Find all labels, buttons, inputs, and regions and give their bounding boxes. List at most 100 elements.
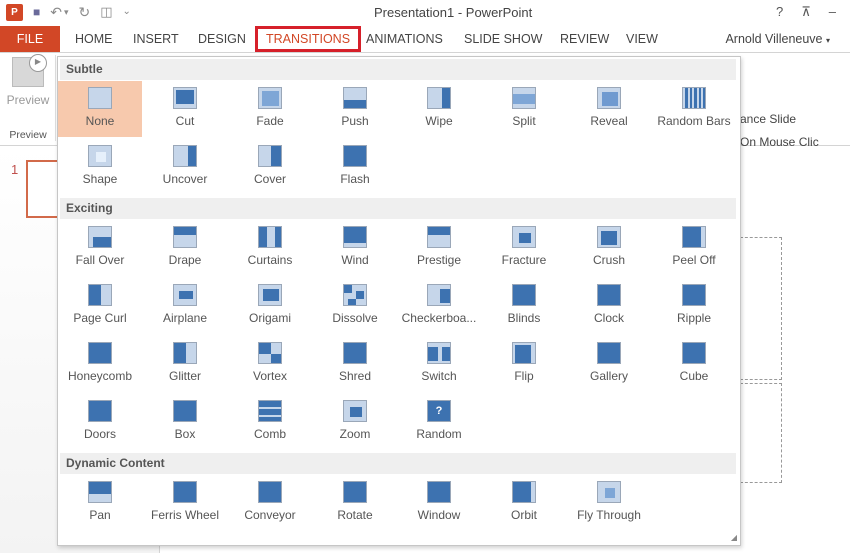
transition-fracture[interactable]: Fracture [482,220,566,276]
ripple-icon [682,284,706,306]
transition-zoom[interactable]: Zoom [313,394,397,450]
transition-random-bars[interactable]: Random Bars [652,81,736,137]
help-icon[interactable]: ? [776,4,783,20]
transition-label: Shred [338,369,372,383]
transition-uncover[interactable]: Uncover [143,139,227,195]
page-curl-icon [88,284,112,306]
tab-review[interactable]: REVIEW [560,26,609,52]
transition-random[interactable]: ? Random [397,394,481,450]
ribbon-display-options-icon[interactable]: ⊼ [801,4,811,20]
transition-shred[interactable]: Shred [313,336,397,392]
transition-prestige[interactable]: Prestige [397,220,481,276]
transition-wind[interactable]: Wind [313,220,397,276]
transition-honeycomb[interactable]: Honeycomb [58,336,142,392]
transition-flash[interactable]: Flash [313,139,397,195]
transition-switch[interactable]: Switch [397,336,481,392]
transition-label: Window [417,508,461,522]
transition-label: Orbit [510,508,537,522]
transition-gallery[interactable]: Gallery [567,336,651,392]
resize-grip-icon[interactable]: ◢ [731,533,737,542]
preview-button[interactable]: Preview [4,54,52,107]
transition-blinds[interactable]: Blinds [482,278,566,334]
transition-page-curl[interactable]: Page Curl [58,278,142,334]
transition-glitter[interactable]: Glitter [143,336,227,392]
origami-icon [258,284,282,306]
transition-checkerboa[interactable]: Checkerboa... [397,278,481,334]
transition-box[interactable]: Box [143,394,227,450]
dissolve-icon [343,284,367,306]
transition-peel-off[interactable]: Peel Off [652,220,736,276]
transition-cut[interactable]: Cut [143,81,227,137]
transition-conveyor[interactable]: Conveyor [228,475,312,531]
tab-slide-show[interactable]: SLIDE SHOW [464,26,543,52]
transition-label: Switch [421,369,457,383]
transition-label: Clock [593,311,624,325]
present-from-beginning-icon[interactable]: ◫ [100,3,112,21]
transition-doors[interactable]: Doors [58,394,142,450]
switch-icon [427,342,451,364]
powerpoint-logo-icon[interactable]: P [6,3,23,21]
transition-label: Curtains [247,253,293,267]
preview-icon [12,54,47,87]
wind-icon [343,226,367,248]
transition-label: None [85,114,115,128]
tab-animations[interactable]: ANIMATIONS [366,26,443,52]
fly-through-icon [597,481,621,503]
tab-transitions[interactable]: TRANSITIONS [255,26,362,52]
crush-icon [597,226,621,248]
tab-view[interactable]: VIEW [626,26,658,52]
user-account[interactable]: Arnold Villeneuve ▾ [725,32,830,46]
transition-comb[interactable]: Comb [228,394,312,450]
transition-split[interactable]: Split [482,81,566,137]
tab-insert[interactable]: INSERT [133,26,179,52]
subtitle-placeholder[interactable] [740,383,782,483]
undo-dropdown-icon[interactable]: ▾ [64,3,69,21]
tab-design[interactable]: DESIGN [198,26,246,52]
transition-ripple[interactable]: Ripple [652,278,736,334]
window-controls: ? ⊼ – [776,4,836,20]
checkerboa-icon [427,284,451,306]
transition-fly-through[interactable]: Fly Through [567,475,651,531]
transition-reveal[interactable]: Reveal [567,81,651,137]
customize-qat-icon[interactable]: ⌄ [123,3,131,21]
transition-wipe[interactable]: Wipe [397,81,481,137]
transition-push[interactable]: Push [313,81,397,137]
transition-label: Airplane [162,311,208,325]
transition-cover[interactable]: Cover [228,139,312,195]
tab-home[interactable]: HOME [75,26,113,52]
transition-fall-over[interactable]: Fall Over [58,220,142,276]
drape-icon [173,226,197,248]
save-icon[interactable]: ■ [33,3,40,21]
transition-vortex[interactable]: Vortex [228,336,312,392]
transition-ferris-wheel[interactable]: Ferris Wheel [143,475,227,531]
transition-orbit[interactable]: Orbit [482,475,566,531]
transition-window[interactable]: Window [397,475,481,531]
transition-airplane[interactable]: Airplane [143,278,227,334]
transition-drape[interactable]: Drape [143,220,227,276]
transition-origami[interactable]: Origami [228,278,312,334]
airplane-icon [173,284,197,306]
transition-cube[interactable]: Cube [652,336,736,392]
transition-flip[interactable]: Flip [482,336,566,392]
fall-over-icon [88,226,112,248]
transition-shape[interactable]: Shape [58,139,142,195]
transition-label: Reveal [590,114,628,128]
random-bars-icon [682,87,706,109]
redo-icon[interactable]: ↻ [79,3,91,21]
minimize-icon[interactable]: – [829,4,836,20]
title-placeholder[interactable] [740,237,782,380]
transition-label: Box [174,427,196,441]
transition-dissolve[interactable]: Dissolve [313,278,397,334]
transition-none[interactable]: None [58,81,142,137]
transition-curtains[interactable]: Curtains [228,220,312,276]
transition-clock[interactable]: Clock [567,278,651,334]
tab-file[interactable]: FILE [0,26,60,52]
transition-crush[interactable]: Crush [567,220,651,276]
transition-rotate[interactable]: Rotate [313,475,397,531]
transition-pan[interactable]: Pan [58,475,142,531]
undo-icon[interactable]: ↶ [50,3,62,21]
random-icon: ? [427,400,451,422]
transition-label: Peel Off [672,253,716,267]
transition-fade[interactable]: Fade [228,81,312,137]
transition-label: Fracture [501,253,547,267]
